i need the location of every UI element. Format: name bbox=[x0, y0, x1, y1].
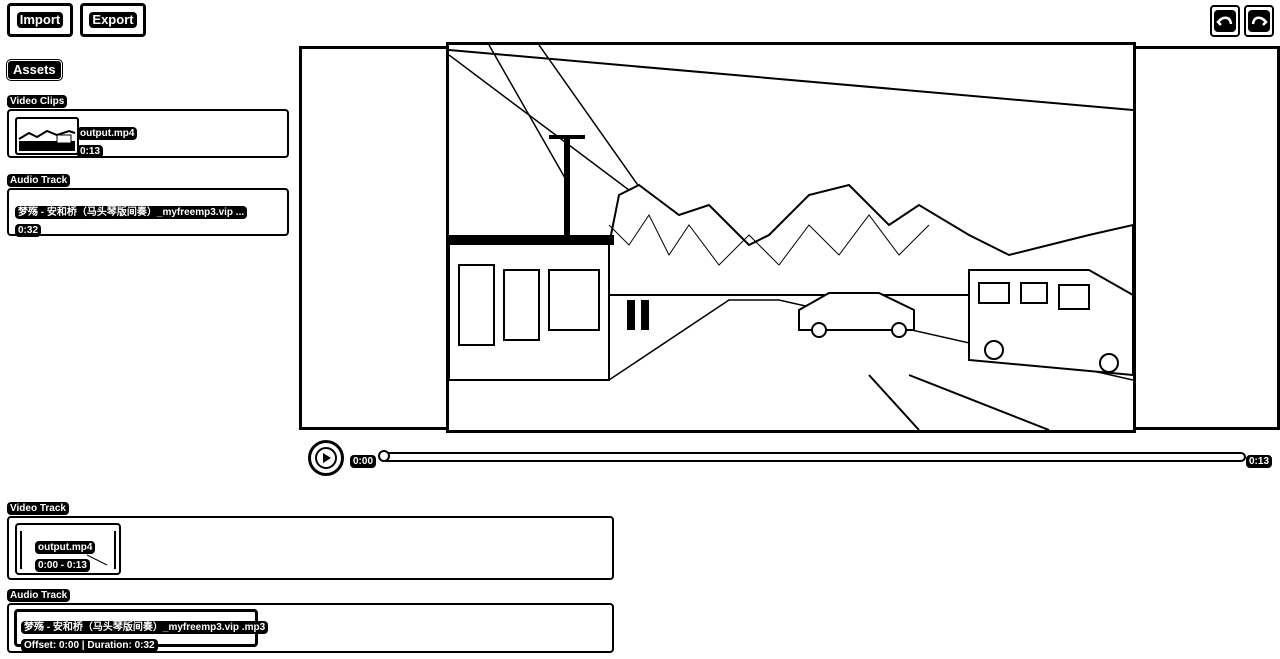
export-button-label: Export bbox=[89, 11, 137, 29]
timeline-audio-name: 梦殇 - 安和桥（马头琴版间奏）_myfreemp3.vip .mp3 bbox=[21, 621, 269, 634]
undo-icon bbox=[1214, 10, 1236, 32]
asset-video-clip[interactable]: output.mp4 0:13 bbox=[7, 109, 289, 158]
timeline-video-clip[interactable]: output.mp4 0:00 - 0:13 bbox=[15, 523, 121, 575]
asset-video-name: output.mp4 bbox=[77, 127, 138, 140]
total-time: 0:13 bbox=[1246, 451, 1273, 469]
play-icon bbox=[315, 447, 337, 469]
timeline-audio-clip[interactable]: 梦殇 - 安和桥（马头琴版间奏）_myfreemp3.vip .mp3 Offs… bbox=[14, 609, 269, 652]
video-preview bbox=[446, 42, 1136, 433]
current-time: 0:00 bbox=[350, 451, 377, 469]
video-clips-heading: Video Clips bbox=[7, 91, 68, 109]
redo-button[interactable] bbox=[1244, 5, 1274, 37]
audio-track-heading-timeline: Audio Track bbox=[7, 585, 71, 603]
audio-track[interactable]: 梦殇 - 安和桥（马头琴版间奏）_myfreemp3.vip .mp3 Offs… bbox=[7, 603, 614, 653]
timeline-video-range: 0:00 - 0:13 bbox=[35, 559, 90, 572]
timeline-audio-info: Offset: 0:00 | Duration: 0:32 bbox=[21, 639, 158, 652]
video-frame-image bbox=[449, 45, 1133, 430]
timeline-video-name: output.mp4 bbox=[35, 541, 96, 554]
import-button-label: Import bbox=[16, 11, 64, 29]
redo-icon bbox=[1248, 10, 1270, 32]
video-track[interactable]: output.mp4 0:00 - 0:13 bbox=[7, 516, 614, 580]
seek-thumb[interactable] bbox=[378, 450, 390, 462]
audio-track-heading: Audio Track bbox=[7, 170, 71, 188]
clip-thumbnail bbox=[15, 117, 79, 155]
asset-video-duration: 0:13 bbox=[77, 145, 104, 158]
play-button[interactable] bbox=[308, 440, 344, 476]
assets-title: Assets bbox=[7, 60, 62, 81]
asset-audio-name: 梦殇 - 安和桥（马头琴版间奏）_myfreemp3.vip ... bbox=[15, 206, 248, 219]
video-track-heading: Video Track bbox=[7, 498, 69, 516]
export-button[interactable]: Export bbox=[80, 3, 146, 37]
undo-button[interactable] bbox=[1210, 5, 1240, 37]
import-button[interactable]: Import bbox=[7, 3, 73, 37]
seek-bar[interactable] bbox=[378, 450, 1246, 462]
asset-audio-duration: 0:32 bbox=[15, 224, 42, 237]
asset-audio-clip[interactable]: 梦殇 - 安和桥（马头琴版间奏）_myfreemp3.vip ... 0:32 bbox=[7, 188, 289, 237]
